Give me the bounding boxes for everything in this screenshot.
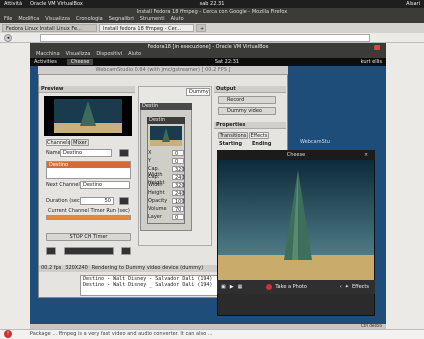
property-row: X0 xyxy=(148,150,184,158)
source-properties-list: X0 Y0 Cap. Width 320 Cap. Height 240 Width… xyxy=(148,150,185,222)
dummy-video-button[interactable]: Dummy video device... xyxy=(218,107,276,115)
timer-label: Current Channel Timer Run (sec) xyxy=(48,208,130,214)
browser-tab[interactable]: Fedora Linux Install Linux Fe... xyxy=(2,24,97,32)
source-controls-title: Destin xyxy=(147,117,185,124)
property-row: Cap. Height 240 xyxy=(148,174,185,186)
property-row: Cap. Width 320 xyxy=(148,166,185,178)
status-fps: 00.2 fps xyxy=(41,265,62,271)
menu-machine[interactable]: Macchina xyxy=(36,51,60,58)
source-dropdown[interactable]: Dummy video device... xyxy=(186,88,210,96)
effects-icon: ✦ xyxy=(344,284,349,290)
guest-activities-button[interactable]: Activities xyxy=(34,59,57,65)
add-channel-button[interactable] xyxy=(119,149,129,157)
menu-devices[interactable]: Dispositivi xyxy=(96,51,122,58)
cheese-titlebar: Cheese xyxy=(217,150,375,160)
clock[interactable]: sab 22.31 xyxy=(0,1,424,7)
channel-list: Destino xyxy=(46,161,131,179)
viewfinder-frame xyxy=(218,160,374,280)
page-snippet: Package ... ffmpeg is a very fast video … xyxy=(0,329,424,339)
timer-progress-bar xyxy=(46,215,131,220)
menu-view[interactable]: Visualizza xyxy=(66,51,91,58)
duration-label: Duration (sec) xyxy=(46,198,82,204)
name-label: Name xyxy=(46,150,61,156)
source-thumbnail xyxy=(150,126,182,146)
properties-section-label: Properties xyxy=(214,122,286,129)
property-row: Opacity 100 xyxy=(148,198,185,205)
take-photo-button[interactable]: Take a Photo xyxy=(266,284,307,290)
gnome-top-bar: Attività Oracle VM VirtualBox sab 22.31 … xyxy=(0,0,424,8)
stop-timer-button[interactable]: STOP CH Timer xyxy=(46,233,131,241)
property-row: Width 320 xyxy=(148,182,185,189)
status-message: Rendering to Dummy video device (dummy) xyxy=(91,265,204,271)
warning-icon: ! xyxy=(4,330,12,338)
effects-button[interactable]: ‹ ✦ Effects xyxy=(340,284,369,290)
firefox-titlebar: Install Fedora 18 ffmpeg - Cerca con Goo… xyxy=(0,8,424,16)
channel-prev-button[interactable] xyxy=(46,247,56,255)
cheese-close-icon[interactable]: × xyxy=(364,152,370,158)
guest-app-menu[interactable]: Cheese xyxy=(66,59,94,65)
camera-icon xyxy=(266,284,273,290)
tab-effects[interactable]: Effects xyxy=(249,132,269,139)
tab-channels[interactable]: Channels xyxy=(46,139,70,146)
tab-transitions[interactable]: Transitions xyxy=(218,132,248,139)
duration-set-button[interactable] xyxy=(119,197,129,205)
next-channel-label: Next Channel xyxy=(46,182,80,188)
menu-bookmarks[interactable]: Segnalibri xyxy=(109,16,134,23)
property-row: Height 240 xyxy=(148,190,185,197)
close-icon[interactable] xyxy=(374,45,380,50)
guest-clock[interactable]: Sat 22:31 xyxy=(215,59,239,65)
firefox-menubar: File Modifica Visualizza Cronologia Segn… xyxy=(0,16,424,23)
ending-label: Ending xyxy=(252,141,272,147)
guest-top-bar: Activities Cheese Sat 22:31 kurt ellis xyxy=(30,58,386,66)
source-panel-title: Destin xyxy=(140,103,192,110)
cheese-toolbar: ▣ ▶ ▦ Take a Photo ‹ ✦ Effects xyxy=(217,280,375,294)
menu-help[interactable]: Aiuto xyxy=(171,16,184,23)
property-row: Layer 0 xyxy=(148,214,184,222)
firefox-tabstrip: Fedora Linux Install Linux Fe... Install… xyxy=(0,23,424,33)
menu-file[interactable]: File xyxy=(4,16,12,23)
property-row: Volume 70 xyxy=(148,206,184,214)
menu-view[interactable]: Visualizza xyxy=(45,16,70,23)
next-channel-select[interactable]: Destino xyxy=(80,181,130,189)
cheese-viewfinder xyxy=(218,160,374,280)
record-button[interactable]: Record xyxy=(218,96,276,104)
menu-history[interactable]: Cronologia xyxy=(76,16,103,23)
channel-list-item[interactable]: Destino xyxy=(47,162,130,168)
status-resolution: 320X240 xyxy=(65,265,88,271)
browser-tab-active[interactable]: Install fedora 18 ffmpeg - Cer... xyxy=(99,24,194,32)
video-mode-icon[interactable]: ▶ xyxy=(230,284,234,290)
menu-help[interactable]: Aiuto xyxy=(128,51,141,58)
starting-label: Starting xyxy=(219,141,243,147)
preview-video xyxy=(44,96,132,136)
property-row: Y0 xyxy=(148,158,184,166)
new-tab-button[interactable]: + xyxy=(196,24,206,32)
menu-tools[interactable]: Strumenti xyxy=(140,16,165,23)
tab-mixer[interactable]: Mixer xyxy=(71,139,89,146)
channel-next-button[interactable] xyxy=(121,247,131,255)
chevron-left-icon[interactable]: ‹ xyxy=(340,284,342,290)
back-icon[interactable]: ◂ xyxy=(4,34,12,42)
webcamstudio-header: WebcamStudio 0.64 (with jmc/gstreamer) [… xyxy=(38,66,288,75)
channel-play-button[interactable] xyxy=(64,247,114,255)
firefox-navbar: ◂ xyxy=(0,33,424,43)
burst-mode-icon[interactable]: ▦ xyxy=(238,284,243,290)
menu-edit[interactable]: Modifica xyxy=(18,16,39,23)
preview-section-label: Preview xyxy=(39,86,135,93)
host-key-label: Ctrl destro xyxy=(360,323,382,328)
output-section-label: Output xyxy=(214,86,286,93)
virtualbox-menubar: Macchina Visualizza Dispositivi Aiuto xyxy=(30,51,386,58)
url-bar[interactable] xyxy=(40,34,370,42)
name-field[interactable]: Destino xyxy=(60,149,112,157)
duration-field[interactable]: 50 xyxy=(80,197,114,205)
guest-user-menu[interactable]: kurt ellis xyxy=(361,59,382,65)
webcam-label: WebcamStu xyxy=(300,139,330,145)
photo-mode-icon[interactable]: ▣ xyxy=(221,284,226,290)
preview-frame xyxy=(54,99,122,133)
virtualbox-titlebar: Fedora18 [in esecuzione] - Oracle VM Vir… xyxy=(30,43,386,51)
